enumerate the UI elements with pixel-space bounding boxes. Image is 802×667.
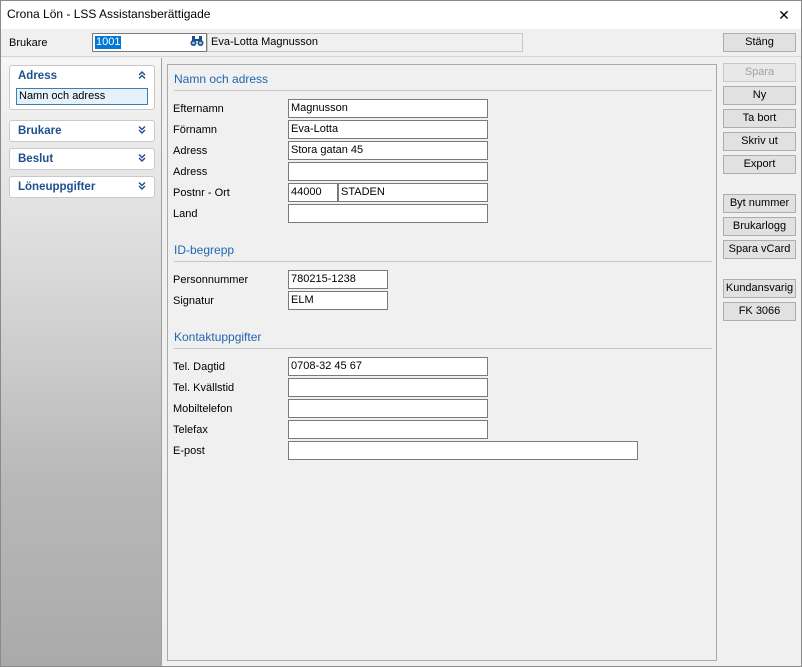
nav-group-loneuppgifter-header[interactable]: Löneuppgifter bbox=[10, 177, 154, 197]
efternamn-field[interactable]: Magnusson bbox=[288, 99, 488, 118]
title-bar: Crona Lön - LSS Assistansberättigade ✕ bbox=[1, 1, 801, 29]
section-divider bbox=[174, 261, 712, 262]
brukare-toolbar: Brukare 1001 Eva-Lotta Magnusson Stäng bbox=[1, 29, 801, 57]
section-title-id-begrepp: ID-begrepp bbox=[174, 243, 235, 257]
postnr-field[interactable]: 44000 bbox=[288, 183, 338, 202]
tel-dagtid-field[interactable]: 0708-32 45 67 bbox=[288, 357, 488, 376]
export-button[interactable]: Export bbox=[723, 155, 796, 174]
ort-field[interactable]: STADEN bbox=[338, 183, 488, 202]
nav-group-beslut[interactable]: Beslut bbox=[9, 148, 155, 170]
tel-kvallstid-label: Tel. Kvällstid bbox=[173, 382, 235, 394]
personnummer-field[interactable]: 780215-1238 bbox=[288, 270, 388, 289]
adress1-label: Adress bbox=[173, 145, 208, 157]
skriv-ut-button[interactable]: Skriv ut bbox=[723, 132, 796, 151]
epost-field[interactable] bbox=[288, 441, 638, 460]
section-title-namn-och-adress: Namn och adress bbox=[174, 72, 269, 86]
fk-3066-button[interactable]: FK 3066 bbox=[723, 302, 796, 321]
brukare-code-input[interactable]: 1001 bbox=[92, 33, 207, 52]
chevron-up-icon[interactable] bbox=[136, 70, 148, 82]
section-divider bbox=[174, 90, 712, 91]
nav-group-adress-header[interactable]: Adress bbox=[10, 66, 154, 86]
spara-vcard-button[interactable]: Spara vCard bbox=[723, 240, 796, 259]
chevron-down-icon[interactable] bbox=[136, 181, 148, 193]
postnr-ort-label: Postnr - Ort bbox=[173, 187, 230, 199]
tel-kvallstid-field[interactable] bbox=[288, 378, 488, 397]
nav-group-beslut-label: Beslut bbox=[18, 153, 54, 165]
chevron-down-icon[interactable] bbox=[136, 153, 148, 165]
byt-nummer-button[interactable]: Byt nummer bbox=[723, 194, 796, 213]
nav-group-beslut-header[interactable]: Beslut bbox=[10, 149, 154, 169]
brukare-name-display: Eva-Lotta Magnusson bbox=[207, 33, 523, 52]
form-panel: Namn och adress Efternamn Magnusson Förn… bbox=[167, 64, 717, 661]
nav-item-namn-och-adress[interactable]: Namn och adress bbox=[16, 88, 148, 105]
nav-group-brukare-header[interactable]: Brukare bbox=[10, 121, 154, 141]
personnummer-label: Personnummer bbox=[173, 274, 249, 286]
efternamn-label: Efternamn bbox=[173, 103, 224, 115]
adress1-field[interactable]: Stora gatan 45 bbox=[288, 141, 488, 160]
mobiltelefon-label: Mobiltelefon bbox=[173, 403, 233, 415]
spara-button[interactable]: Spara bbox=[723, 63, 796, 82]
nav-group-adress-label: Adress bbox=[18, 70, 57, 82]
fornamn-field[interactable]: Eva-Lotta bbox=[288, 120, 488, 139]
binoculars-search-icon[interactable] bbox=[189, 35, 205, 50]
chevron-down-icon[interactable] bbox=[136, 125, 148, 137]
mobiltelefon-field[interactable] bbox=[288, 399, 488, 418]
close-icon[interactable]: ✕ bbox=[767, 1, 801, 29]
nav-group-adress: Adress Namn och adress bbox=[9, 65, 155, 110]
app-window: Crona Lön - LSS Assistansberättigade ✕ B… bbox=[0, 0, 802, 667]
sidebar: Adress Namn och adress Brukare Beslut Lö… bbox=[1, 58, 162, 666]
section-title-kontaktuppgifter: Kontaktuppgifter bbox=[174, 330, 262, 344]
window-title: Crona Lön - LSS Assistansberättigade bbox=[7, 7, 211, 21]
ny-button[interactable]: Ny bbox=[723, 86, 796, 105]
land-field[interactable] bbox=[288, 204, 488, 223]
adress2-field[interactable] bbox=[288, 162, 488, 181]
section-divider bbox=[174, 348, 712, 349]
stang-button[interactable]: Stäng bbox=[723, 33, 796, 52]
epost-label: E-post bbox=[173, 445, 205, 457]
signatur-label: Signatur bbox=[173, 295, 214, 307]
brukare-label: Brukare bbox=[9, 37, 48, 49]
kundansvarig-button[interactable]: Kundansvarig bbox=[723, 279, 796, 298]
land-label: Land bbox=[173, 208, 198, 220]
nav-group-loneuppgifter[interactable]: Löneuppgifter bbox=[9, 176, 155, 198]
nav-group-brukare-label: Brukare bbox=[18, 125, 62, 137]
nav-group-loneuppgifter-label: Löneuppgifter bbox=[18, 181, 96, 193]
nav-group-brukare[interactable]: Brukare bbox=[9, 120, 155, 142]
signatur-field[interactable]: ELM bbox=[288, 291, 388, 310]
brukarlogg-button[interactable]: Brukarlogg bbox=[723, 217, 796, 236]
telefax-label: Telefax bbox=[173, 424, 208, 436]
fornamn-label: Förnamn bbox=[173, 124, 218, 136]
adress2-label: Adress bbox=[173, 166, 208, 178]
ta-bort-button[interactable]: Ta bort bbox=[723, 109, 796, 128]
telefax-field[interactable] bbox=[288, 420, 488, 439]
tel-dagtid-label: Tel. Dagtid bbox=[173, 361, 225, 373]
brukare-code-value: 1001 bbox=[95, 36, 122, 49]
